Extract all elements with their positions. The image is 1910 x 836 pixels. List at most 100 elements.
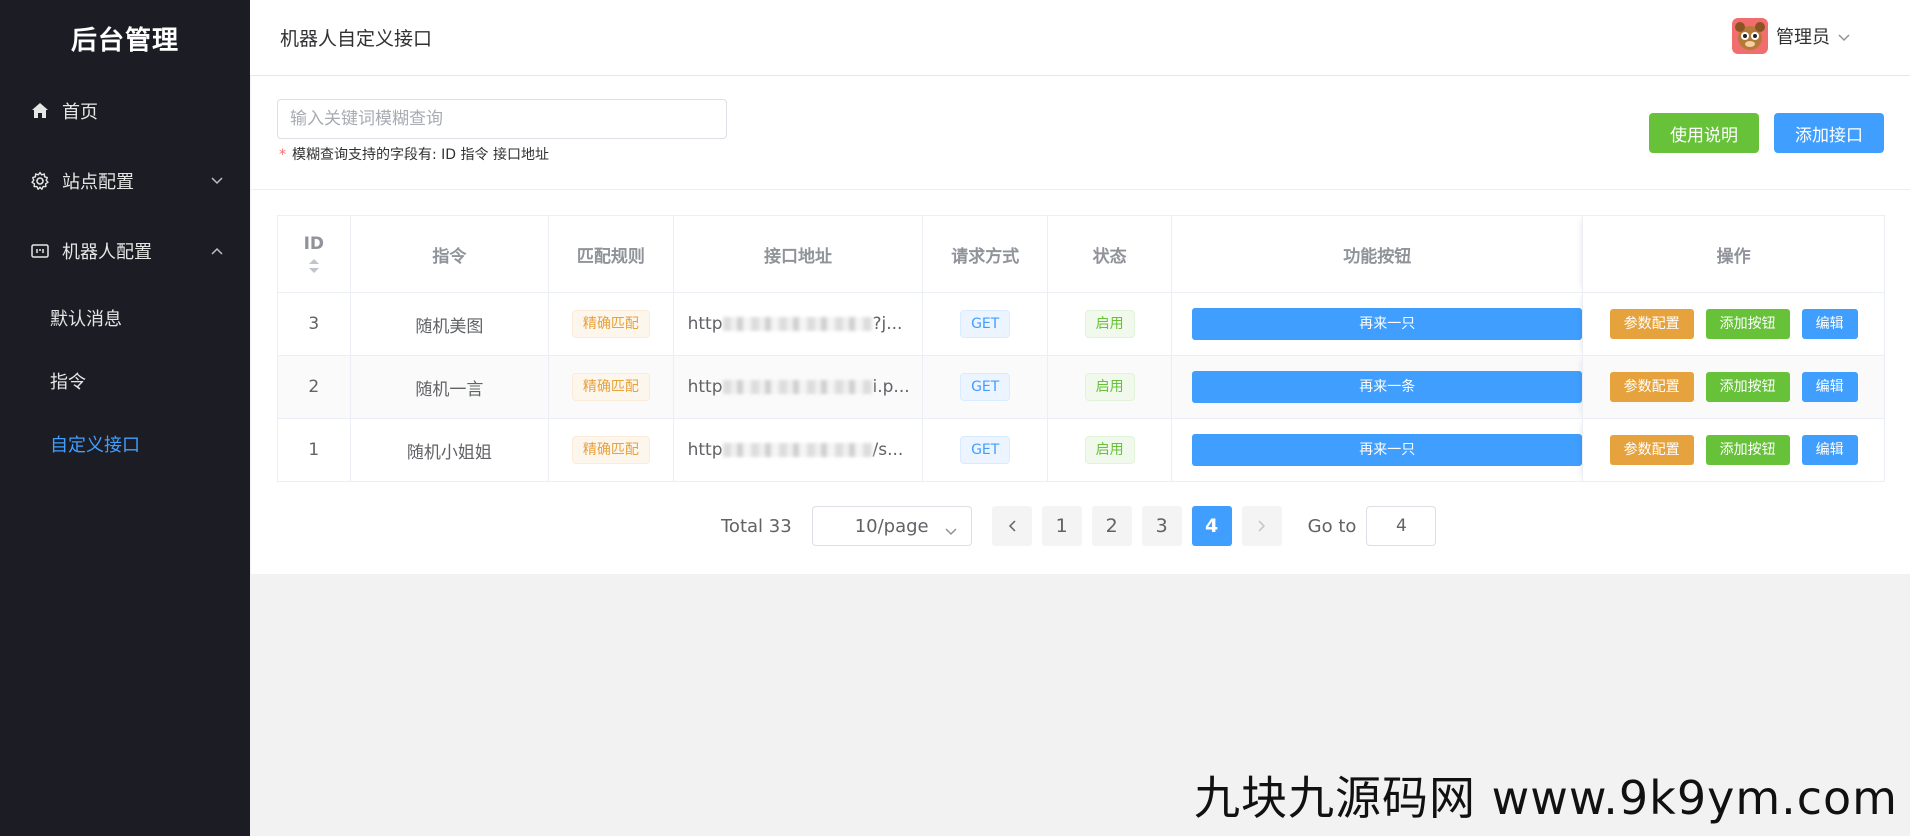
- api-table: ID 指令 匹配规则 接口地址 请求方式 状态 功能按钮 操作 3 随机美图 精…: [277, 215, 1885, 482]
- cell-actions: 参数配置 添加按钮 编辑: [1582, 292, 1885, 356]
- url-prefix: http: [687, 314, 723, 334]
- sidebar-item-robot-config[interactable]: 机器人配置: [0, 216, 250, 286]
- status-tag: 启用: [1084, 373, 1135, 401]
- edit-button[interactable]: 编辑: [1801, 309, 1858, 339]
- top-header: 机器人自定义接口 管理员: [250, 0, 1910, 76]
- column-header-command: 指令: [350, 215, 550, 293]
- page-title: 机器人自定义接口: [280, 28, 433, 50]
- table-row: 3 随机美图 精确匹配 http ?j... GET 启用 再来一只 参数配置 添加…: [277, 292, 1885, 356]
- chevron-down-icon: [945, 520, 957, 541]
- cell-match-rule: 精确匹配: [548, 418, 674, 482]
- add-button-button[interactable]: 添加按钮: [1705, 435, 1790, 465]
- chevron-down-icon: [210, 174, 224, 188]
- goto-input[interactable]: [1366, 506, 1437, 546]
- sidebar-subitem-default-message[interactable]: 默认消息: [0, 286, 250, 349]
- cell-match-rule: 精确匹配: [548, 292, 674, 356]
- page-button-1[interactable]: 1: [1041, 506, 1082, 546]
- cell-status: 启用: [1047, 355, 1173, 419]
- user-name: 管理员: [1776, 27, 1830, 48]
- param-config-button[interactable]: 参数配置: [1609, 309, 1694, 339]
- sidebar: 后台管理 首页 站点配置 机器人配置 默认消息 指令 自定义接口: [0, 0, 250, 836]
- column-header-url: 接口地址: [673, 215, 924, 293]
- search-area: * 模糊查询支持的字段有: ID 指令 接口地址 使用说明 添加接口: [251, 76, 1910, 190]
- table-row: 1 随机小姐姐 精确匹配 http/s... GET 启用 再来一只 参数配置添…: [277, 418, 1885, 482]
- main-card: * 模糊查询支持的字段有: ID 指令 接口地址 使用说明 添加接口 ID 指令 …: [251, 76, 1910, 574]
- cell-url: http ?j...: [673, 292, 924, 356]
- column-header-actions: 操作: [1582, 215, 1885, 293]
- url-suffix: ?j...: [872, 314, 903, 334]
- match-rule-tag: 精确匹配: [571, 310, 650, 338]
- user-menu[interactable]: 管理员: [1732, 18, 1850, 54]
- search-hint-text: 模糊查询支持的字段有: ID 指令 接口地址: [292, 147, 549, 163]
- url-prefix: http: [687, 377, 723, 397]
- column-header-status: 状态: [1047, 215, 1173, 293]
- chevron-up-icon: [210, 244, 224, 258]
- add-api-button[interactable]: 添加接口: [1774, 113, 1884, 153]
- redacted-url: [722, 317, 873, 331]
- func-button[interactable]: 再来一只: [1192, 434, 1583, 466]
- method-tag: GET: [960, 310, 1011, 338]
- chevron-left-icon: [1008, 520, 1016, 532]
- page-button-4[interactable]: 4: [1191, 506, 1232, 546]
- sidebar-item-label: 站点配置: [62, 172, 134, 193]
- cell-match-rule: 精确匹配: [548, 355, 674, 419]
- page-button-2[interactable]: 2: [1091, 506, 1132, 546]
- sidebar-subitem-custom-api[interactable]: 自定义接口: [0, 412, 250, 475]
- home-icon: [28, 99, 52, 123]
- robot-icon: [28, 239, 52, 263]
- cell-id: 1: [277, 418, 351, 482]
- column-header-id[interactable]: ID: [277, 215, 351, 293]
- required-star: *: [279, 147, 286, 163]
- prev-page-button[interactable]: [991, 506, 1032, 546]
- cell-status: 启用: [1047, 418, 1173, 482]
- add-button-button[interactable]: 添加按钮: [1705, 372, 1790, 402]
- edit-button[interactable]: 编辑: [1801, 435, 1858, 465]
- cell-command: 随机小姐姐: [350, 418, 550, 482]
- page-size-value: 10/page: [854, 515, 929, 537]
- avatar: [1732, 18, 1768, 54]
- url-suffix: /s...: [872, 440, 904, 460]
- help-button[interactable]: 使用说明: [1649, 113, 1759, 153]
- url-prefix: http: [687, 440, 723, 460]
- table-row: 2 随机一言 精确匹配 http i.p... GET 启用 再来一条 参数配置添…: [277, 355, 1885, 419]
- sidebar-item-label: 机器人配置: [62, 242, 152, 263]
- cell-func-button: 再来一条: [1171, 355, 1584, 419]
- cell-id: 3: [277, 292, 351, 356]
- edit-button[interactable]: 编辑: [1801, 372, 1858, 402]
- cell-method: GET: [922, 292, 1048, 356]
- param-config-button[interactable]: 参数配置: [1609, 372, 1694, 402]
- watermark: 九块九源码网 www.9k9ym.com: [1194, 771, 1898, 825]
- cell-url: http/s...: [673, 418, 924, 482]
- add-button-button[interactable]: 添加按钮: [1705, 309, 1790, 339]
- param-config-button[interactable]: 参数配置: [1609, 435, 1694, 465]
- page-size-select[interactable]: 10/page: [811, 506, 972, 546]
- url-suffix: i.p...: [872, 377, 910, 397]
- table-header-row: ID 指令 匹配规则 接口地址 请求方式 状态 功能按钮 操作: [277, 215, 1885, 293]
- next-page-button[interactable]: [1241, 506, 1282, 546]
- redacted-url: [722, 380, 873, 394]
- sidebar-item-home[interactable]: 首页: [0, 76, 250, 146]
- search-hint: * 模糊查询支持的字段有: ID 指令 接口地址: [279, 144, 549, 164]
- search-input[interactable]: [277, 99, 727, 139]
- sort-icon[interactable]: [308, 258, 320, 274]
- cell-func-button: 再来一只: [1171, 418, 1584, 482]
- column-header-label: ID: [303, 234, 325, 254]
- logo: 后台管理: [70, 25, 179, 56]
- func-button[interactable]: 再来一只: [1192, 308, 1583, 340]
- redacted-url: [722, 443, 873, 457]
- gear-icon: [28, 169, 52, 193]
- sidebar-item-site-config[interactable]: 站点配置: [0, 146, 250, 216]
- cell-command: 随机美图: [350, 292, 550, 356]
- chevron-down-icon: [1838, 27, 1850, 46]
- sidebar-subitem-commands[interactable]: 指令: [0, 349, 250, 412]
- cell-actions: 参数配置 添加按钮 编辑: [1582, 355, 1885, 419]
- func-button[interactable]: 再来一条: [1192, 371, 1583, 403]
- sidebar-item-label: 首页: [62, 102, 98, 123]
- column-header-method: 请求方式: [922, 215, 1048, 293]
- pagination: Total 33 10/page 1 2 3 4 Go to: [721, 506, 1437, 546]
- page-button-3[interactable]: 3: [1141, 506, 1182, 546]
- method-tag: GET: [960, 436, 1011, 464]
- pagination-total: Total 33: [721, 515, 792, 537]
- cell-status: 启用: [1047, 292, 1173, 356]
- cell-command: 随机一言: [350, 355, 550, 419]
